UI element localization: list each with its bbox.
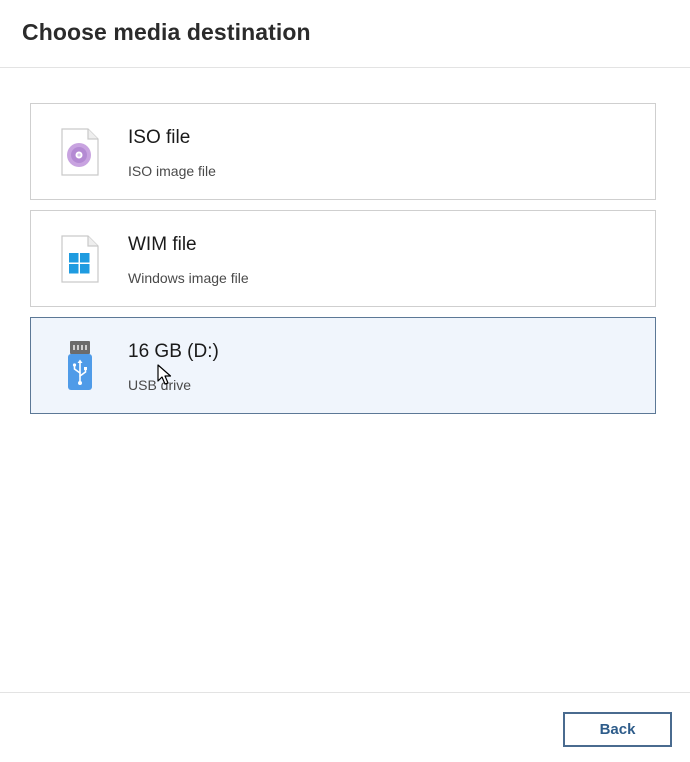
option-iso-file[interactable]: ISO file ISO image file xyxy=(30,103,656,200)
back-button[interactable]: Back xyxy=(563,712,672,747)
disc-file-icon xyxy=(58,126,102,178)
option-wim-file[interactable]: WIM file Windows image file xyxy=(30,210,656,307)
option-title: ISO file xyxy=(128,127,191,148)
option-title: WIM file xyxy=(128,234,197,255)
media-destination-dialog: Choose media destination ISO file ISO im… xyxy=(0,0,690,762)
option-title: 16 GB (D:) xyxy=(128,341,219,362)
option-subtitle: Windows image file xyxy=(128,270,249,286)
windows-file-icon xyxy=(58,233,102,285)
dialog-header: Choose media destination xyxy=(0,0,690,68)
usb-drive-icon xyxy=(58,340,102,392)
destination-options-list: ISO file ISO image file WIM file Windows… xyxy=(30,103,656,424)
option-subtitle: USB drive xyxy=(128,377,192,393)
page-title: Choose media destination xyxy=(22,19,311,45)
option-usb-drive[interactable]: 16 GB (D:) USB drive xyxy=(30,317,656,414)
dialog-footer: Back xyxy=(0,692,690,762)
option-subtitle: ISO image file xyxy=(128,163,216,179)
